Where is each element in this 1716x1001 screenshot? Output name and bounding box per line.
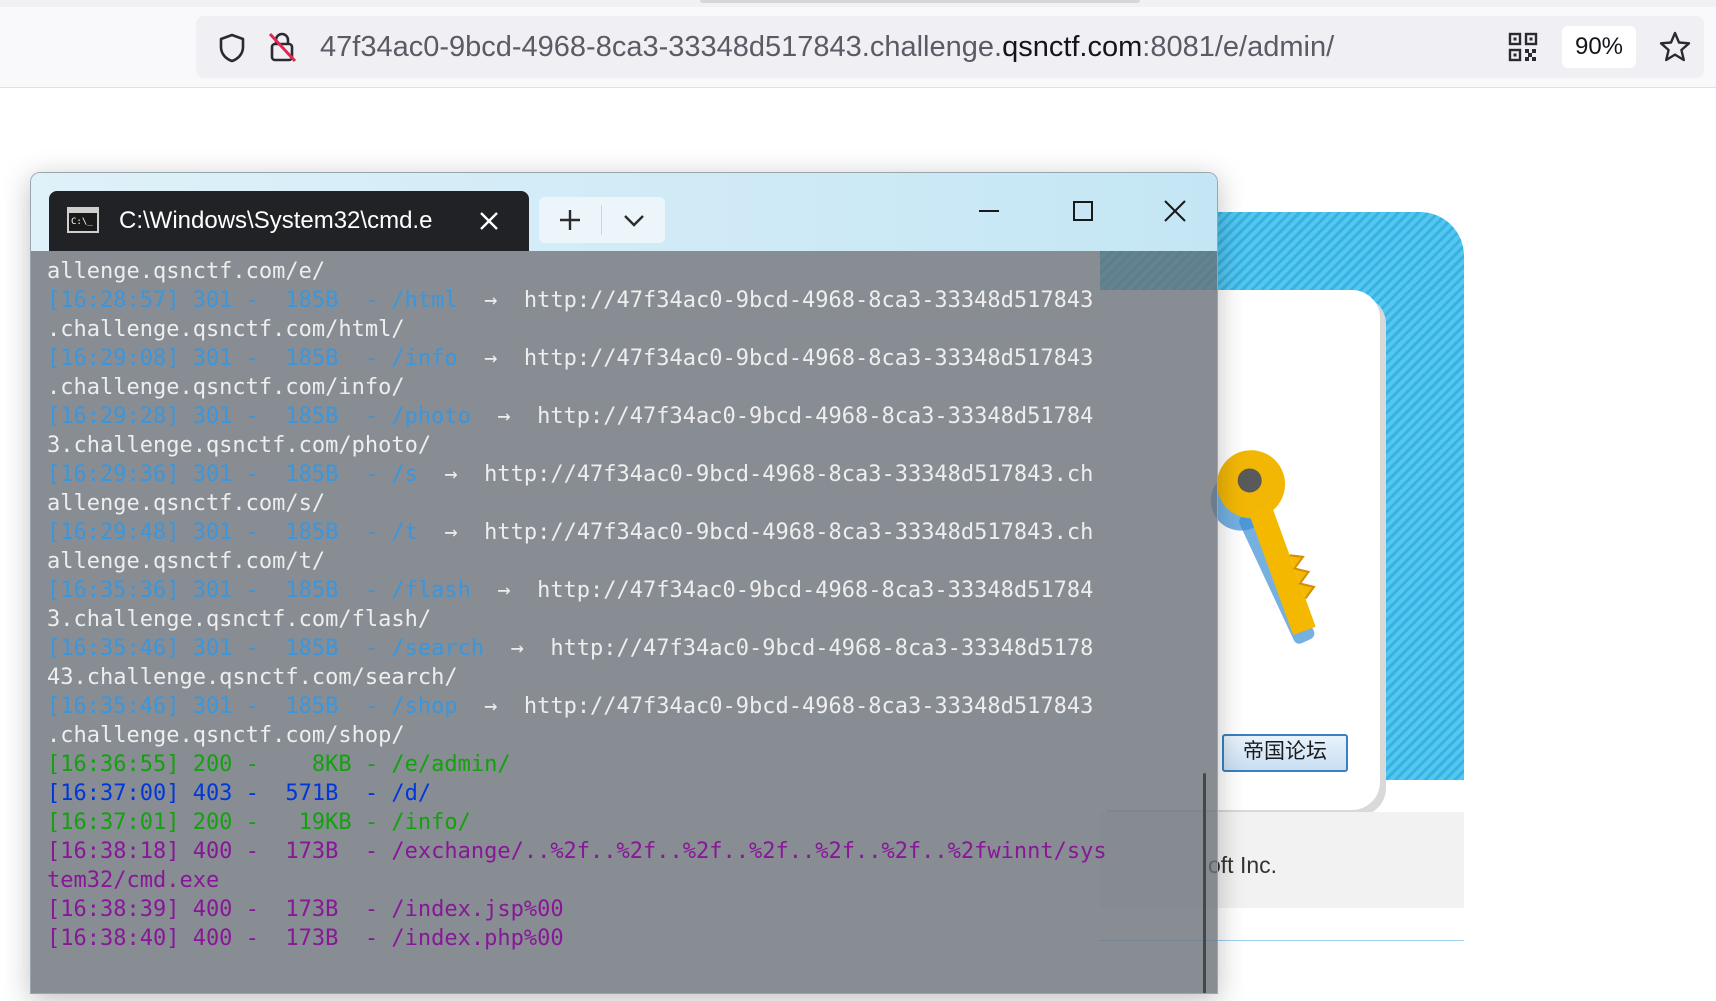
browser-tab-strip [0,0,1716,7]
minimize-icon[interactable] [971,193,1007,229]
terminal-text-segment: [16:38:40] 400 - 173B - /index.php%00 [47,926,564,951]
new-tab-divider [601,205,602,235]
bookmark-star-icon[interactable] [1658,30,1692,64]
cmd-icon: C:\_ [67,207,99,233]
terminal-text-segment: .challenge.qsnctf.com/html/ [47,317,405,342]
url-suffix: :8081/e/admin/ [1142,31,1335,63]
terminal-text-segment: allenge.qsnctf.com/t/ [47,549,326,574]
url-domain: qsnctf.com [1002,31,1143,63]
terminal-text-segment: → http://47f34ac0-9bcd-4968-8ca3-33348d5… [484,636,1094,661]
terminal-tab-title: C:\Windows\System32\cmd.e [119,207,433,234]
terminal-line: 43.challenge.qsnctf.com/search/ [47,663,1197,692]
insecure-lock-icon[interactable] [266,30,298,64]
terminal-line: [16:38:39] 400 - 173B - /index.jsp%00 [47,895,1197,924]
new-tab-group [539,197,665,243]
terminal-text-segment: [16:37:01] 200 - 19KB - /info/ [47,810,471,835]
svg-text:C:\_: C:\_ [71,217,93,227]
forum-link-button[interactable]: 帝国论坛 [1222,734,1348,772]
active-tab-indicator[interactable] [700,0,1140,3]
terminal-text-segment: → http://47f34ac0-9bcd-4968-8ca3-33348d5… [470,404,1094,429]
terminal-text-segment: tem32/cmd.exe [47,868,220,893]
terminal-text-segment: [16:36:55] 200 - 8KB - /e/admin/ [47,752,511,777]
terminal-line: allenge.qsnctf.com/s/ [47,489,1197,518]
terminal-text-segment: allenge.qsnctf.com/e/ [47,259,326,284]
qr-code-icon[interactable] [1508,32,1538,62]
terminal-text-segment: → http://47f34ac0-9bcd-4968-8ca3-33348d5… [417,520,1094,545]
terminal-text-segment: .challenge.qsnctf.com/shop/ [47,723,405,748]
maximize-icon[interactable] [1065,193,1101,229]
terminal-text-segment: → http://47f34ac0-9bcd-4968-8ca3-33348d5… [457,288,1094,313]
terminal-titlebar[interactable]: C:\_ C:\Windows\System32\cmd.e [31,173,1217,251]
terminal-line: [16:35:46] 301 - 185B - /search → http:/… [47,634,1197,663]
zoom-level-button[interactable]: 90% [1562,26,1636,68]
url-prefix: 47f34ac0-9bcd-4968-8ca3-33348d517843.cha… [320,31,1003,63]
terminal-line: [16:35:36] 301 - 185B - /flash → http://… [47,576,1197,605]
terminal-text-segment: [16:28:57] 301 - 185B - /html [47,288,458,313]
terminal-text-segment: [16:29:48] 301 - 185B - /t [47,520,418,545]
terminal-text-segment: → http://47f34ac0-9bcd-4968-8ca3-33348d5… [417,462,1094,487]
close-window-icon[interactable] [1157,193,1193,229]
terminal-text-segment: → http://47f34ac0-9bcd-4968-8ca3-33348d5… [470,578,1094,603]
close-tab-icon[interactable] [477,209,501,233]
terminal-text-segment: [16:37:00] 403 - 571B - /d/ [47,781,432,806]
terminal-text-segment: [16:38:18] 400 - 173B - /exchange/..%2f.… [47,839,1107,864]
terminal-text-segment: [16:38:39] 400 - 173B - /index.jsp%00 [47,897,564,922]
terminal-line: [16:29:36] 301 - 185B - /s → http://47f3… [47,460,1197,489]
terminal-line: tem32/cmd.exe [47,866,1197,895]
terminal-text-segment: → http://47f34ac0-9bcd-4968-8ca3-33348d5… [457,346,1094,371]
browser-toolbar: 47f34ac0-9bcd-4968-8ca3-33348d517843.cha… [0,7,1716,88]
terminal-line: [16:28:57] 301 - 185B - /html → http://4… [47,286,1197,315]
terminal-line: [16:35:46] 301 - 185B - /shop → http://4… [47,692,1197,721]
terminal-text-segment: [16:35:36] 301 - 185B - /flash [47,578,471,603]
shield-icon[interactable] [216,32,248,64]
terminal-line: [16:29:28] 301 - 185B - /photo → http://… [47,402,1197,431]
terminal-window[interactable]: C:\_ C:\Windows\System32\cmd.e allenge.q… [30,172,1218,994]
terminal-line: [16:37:00] 403 - 571B - /d/ [47,779,1197,808]
terminal-text-segment: 3.challenge.qsnctf.com/photo/ [47,433,432,458]
terminal-line: 3.challenge.qsnctf.com/photo/ [47,431,1197,460]
terminal-text-segment: → http://47f34ac0-9bcd-4968-8ca3-33348d5… [457,694,1094,719]
terminal-text-segment: 43.challenge.qsnctf.com/search/ [47,665,458,690]
chevron-down-icon[interactable] [603,197,665,243]
terminal-text-segment: [16:29:08] 301 - 185B - /info [47,346,458,371]
terminal-text-segment: [16:29:36] 301 - 185B - /s [47,462,418,487]
url-text[interactable]: 47f34ac0-9bcd-4968-8ca3-33348d517843.cha… [320,28,1334,66]
terminal-text-segment: [16:35:46] 301 - 185B - /search [47,636,485,661]
new-tab-plus-icon[interactable] [539,197,601,243]
terminal-tab[interactable]: C:\_ C:\Windows\System32\cmd.e [49,191,529,251]
site-copyright: oft Inc. [1208,852,1278,878]
terminal-text-segment: [16:29:28] 301 - 185B - /photo [47,404,471,429]
terminal-text-segment: allenge.qsnctf.com/s/ [47,491,326,516]
terminal-line: [16:38:40] 400 - 173B - /index.php%00 [47,924,1197,953]
terminal-line: [16:29:08] 301 - 185B - /info → http://4… [47,344,1197,373]
terminal-output[interactable]: allenge.qsnctf.com/e/[16:28:57] 301 - 18… [31,251,1217,993]
terminal-line: [16:36:55] 200 - 8KB - /e/admin/ [47,750,1197,779]
terminal-text-segment: [16:35:46] 301 - 185B - /shop [47,694,458,719]
terminal-lines: allenge.qsnctf.com/e/[16:28:57] 301 - 18… [47,257,1197,953]
terminal-line: .challenge.qsnctf.com/info/ [47,373,1197,402]
terminal-line: .challenge.qsnctf.com/shop/ [47,721,1197,750]
terminal-scrollbar[interactable] [1203,773,1206,993]
address-bar[interactable]: 47f34ac0-9bcd-4968-8ca3-33348d517843.cha… [196,16,1704,78]
terminal-text-segment: .challenge.qsnctf.com/info/ [47,375,405,400]
terminal-line: [16:38:18] 400 - 173B - /exchange/..%2f.… [47,837,1197,866]
terminal-line: allenge.qsnctf.com/e/ [47,257,1197,286]
terminal-line: [16:37:01] 200 - 19KB - /info/ [47,808,1197,837]
terminal-line: [16:29:48] 301 - 185B - /t → http://47f3… [47,518,1197,547]
terminal-line: allenge.qsnctf.com/t/ [47,547,1197,576]
terminal-line: 3.challenge.qsnctf.com/flash/ [47,605,1197,634]
terminal-text-segment: 3.challenge.qsnctf.com/flash/ [47,607,432,632]
terminal-line: .challenge.qsnctf.com/html/ [47,315,1197,344]
